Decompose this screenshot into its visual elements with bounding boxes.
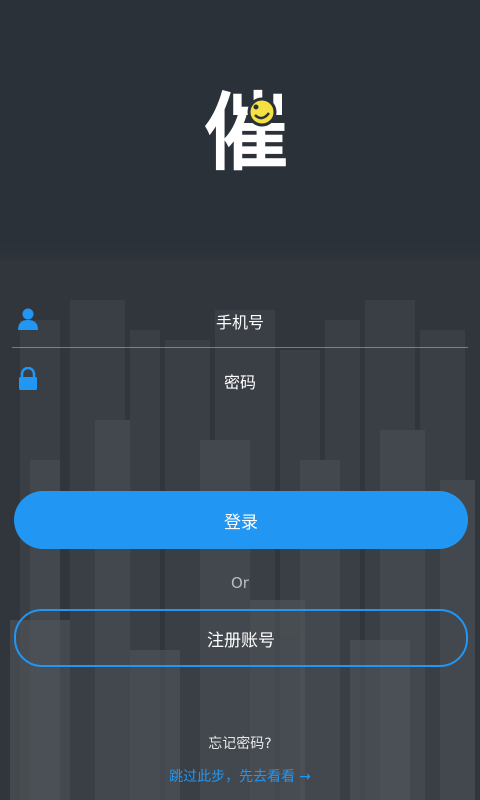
app-logo: 催 <box>204 84 288 172</box>
skip-link[interactable]: 跳过此步，先去看看 → <box>0 766 480 786</box>
or-separator: Or <box>231 574 249 592</box>
login-button-label: 登录 <box>224 512 258 533</box>
password-input[interactable]: 密码 <box>12 369 468 393</box>
forgot-password-link[interactable]: 忘记密码? <box>0 733 480 753</box>
register-button[interactable]: 注册账号 <box>14 609 468 667</box>
register-button-label: 注册账号 <box>207 630 275 651</box>
phone-input[interactable]: 手机号 <box>12 309 468 333</box>
phone-field[interactable]: 手机号 <box>12 291 468 348</box>
skip-link-label: 跳过此步，先去看看 <box>169 769 296 785</box>
password-field[interactable]: 密码 <box>12 351 468 407</box>
logo-badge <box>247 97 277 127</box>
logo-glyph: 催 <box>204 84 288 172</box>
arrow-right-icon: → <box>299 769 311 785</box>
login-button[interactable]: 登录 <box>14 491 468 549</box>
